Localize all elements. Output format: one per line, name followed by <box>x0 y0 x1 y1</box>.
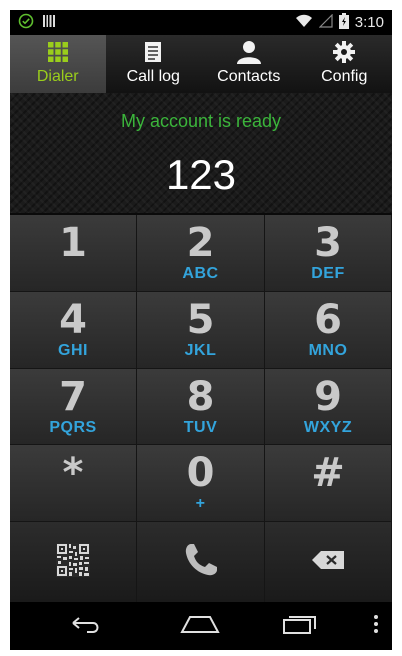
gear-icon <box>333 40 356 64</box>
dialed-number[interactable]: 123 <box>10 151 392 199</box>
wifi-icon <box>295 13 313 32</box>
tab-dialer[interactable]: Dialer <box>10 35 106 93</box>
tab-label: Dialer <box>36 68 79 85</box>
grid-icon <box>47 40 69 64</box>
tab-label: Call log <box>126 68 180 85</box>
key-letters: DEF <box>311 265 345 282</box>
qr-code-icon <box>56 543 90 581</box>
person-icon <box>235 40 263 64</box>
key-letters: ABC <box>182 265 219 282</box>
key-digit: # <box>311 450 345 497</box>
status-bar: 3:10 <box>10 10 392 35</box>
home-button[interactable] <box>160 614 240 638</box>
dialer-display: My account is ready 123 <box>10 93 392 215</box>
key-digit: 4 <box>59 296 87 343</box>
phone-screen: 3:10 Dialer Call log Contacts Config My … <box>10 10 392 650</box>
key-letters: TUV <box>183 418 218 436</box>
overflow-menu-button[interactable] <box>360 614 392 638</box>
call-button[interactable] <box>137 522 265 602</box>
key-1[interactable]: 1 <box>10 215 137 292</box>
tab-label: Config <box>321 68 368 85</box>
recents-icon <box>282 614 318 638</box>
key-3[interactable]: 3 DEF <box>265 215 392 292</box>
key-letters: PQRS <box>49 418 97 436</box>
backspace-icon <box>311 550 345 574</box>
action-row <box>10 522 392 602</box>
status-time: 3:10 <box>354 14 384 31</box>
key-hash[interactable]: # <box>265 445 392 522</box>
key-digit: 6 <box>314 296 342 343</box>
key-digit: 5 <box>186 296 215 343</box>
key-digit: 3 <box>314 220 342 266</box>
key-letters: MNO <box>308 341 348 359</box>
backspace-button[interactable] <box>265 522 392 602</box>
battery-icon <box>338 12 349 33</box>
key-digit: 0 <box>186 450 215 497</box>
key-digit: 7 <box>59 373 87 420</box>
back-button[interactable] <box>10 614 160 638</box>
qr-code-button[interactable] <box>10 522 137 602</box>
account-status: My account is ready <box>120 111 282 131</box>
key-2[interactable]: 2 ABC <box>137 215 265 292</box>
key-9[interactable]: 9 WXYZ <box>265 368 392 446</box>
phone-icon <box>181 540 221 584</box>
navigation-bar <box>10 602 392 650</box>
tab-label: Contacts <box>217 68 281 85</box>
barcode-icon <box>42 13 56 32</box>
key-letters: JKL <box>184 341 217 359</box>
key-7[interactable]: 7 PQRS <box>10 368 137 446</box>
tab-contacts[interactable]: Contacts <box>201 35 297 93</box>
recents-button[interactable] <box>240 614 360 638</box>
keypad: 1 2 ABC 3 DEF 4 GHI 5 JKL 6 MNO 7 PQRS 8 TUV 9W… <box>10 215 392 522</box>
signal-icon <box>318 13 333 32</box>
tab-bar: Dialer Call log Contacts Config <box>10 35 392 93</box>
back-icon <box>67 614 103 638</box>
check-circle-icon <box>18 13 34 33</box>
home-icon <box>180 614 220 638</box>
key-8[interactable]: 8 TUV <box>137 368 265 446</box>
key-5[interactable]: 5 JKL <box>137 291 265 369</box>
key-star[interactable]: * <box>10 445 137 522</box>
key-digit: 2 <box>186 220 215 266</box>
overflow-menu-icon <box>373 614 379 638</box>
key-letters: GHI <box>58 341 88 359</box>
key-letters: WXYZ <box>303 418 353 436</box>
tab-call-log[interactable]: Call log <box>106 35 202 93</box>
key-6[interactable]: 6 MNO <box>265 291 392 369</box>
key-0[interactable]: 0 + <box>137 445 265 522</box>
key-digit: 1 <box>59 220 87 266</box>
key-letters: + <box>195 495 206 513</box>
key-4[interactable]: 4 GHI <box>10 291 137 369</box>
list-icon <box>144 40 162 64</box>
key-digit: 8 <box>186 373 215 420</box>
key-digit: * <box>62 450 84 497</box>
key-digit: 9 <box>314 373 342 420</box>
tab-config[interactable]: Config <box>297 35 393 93</box>
